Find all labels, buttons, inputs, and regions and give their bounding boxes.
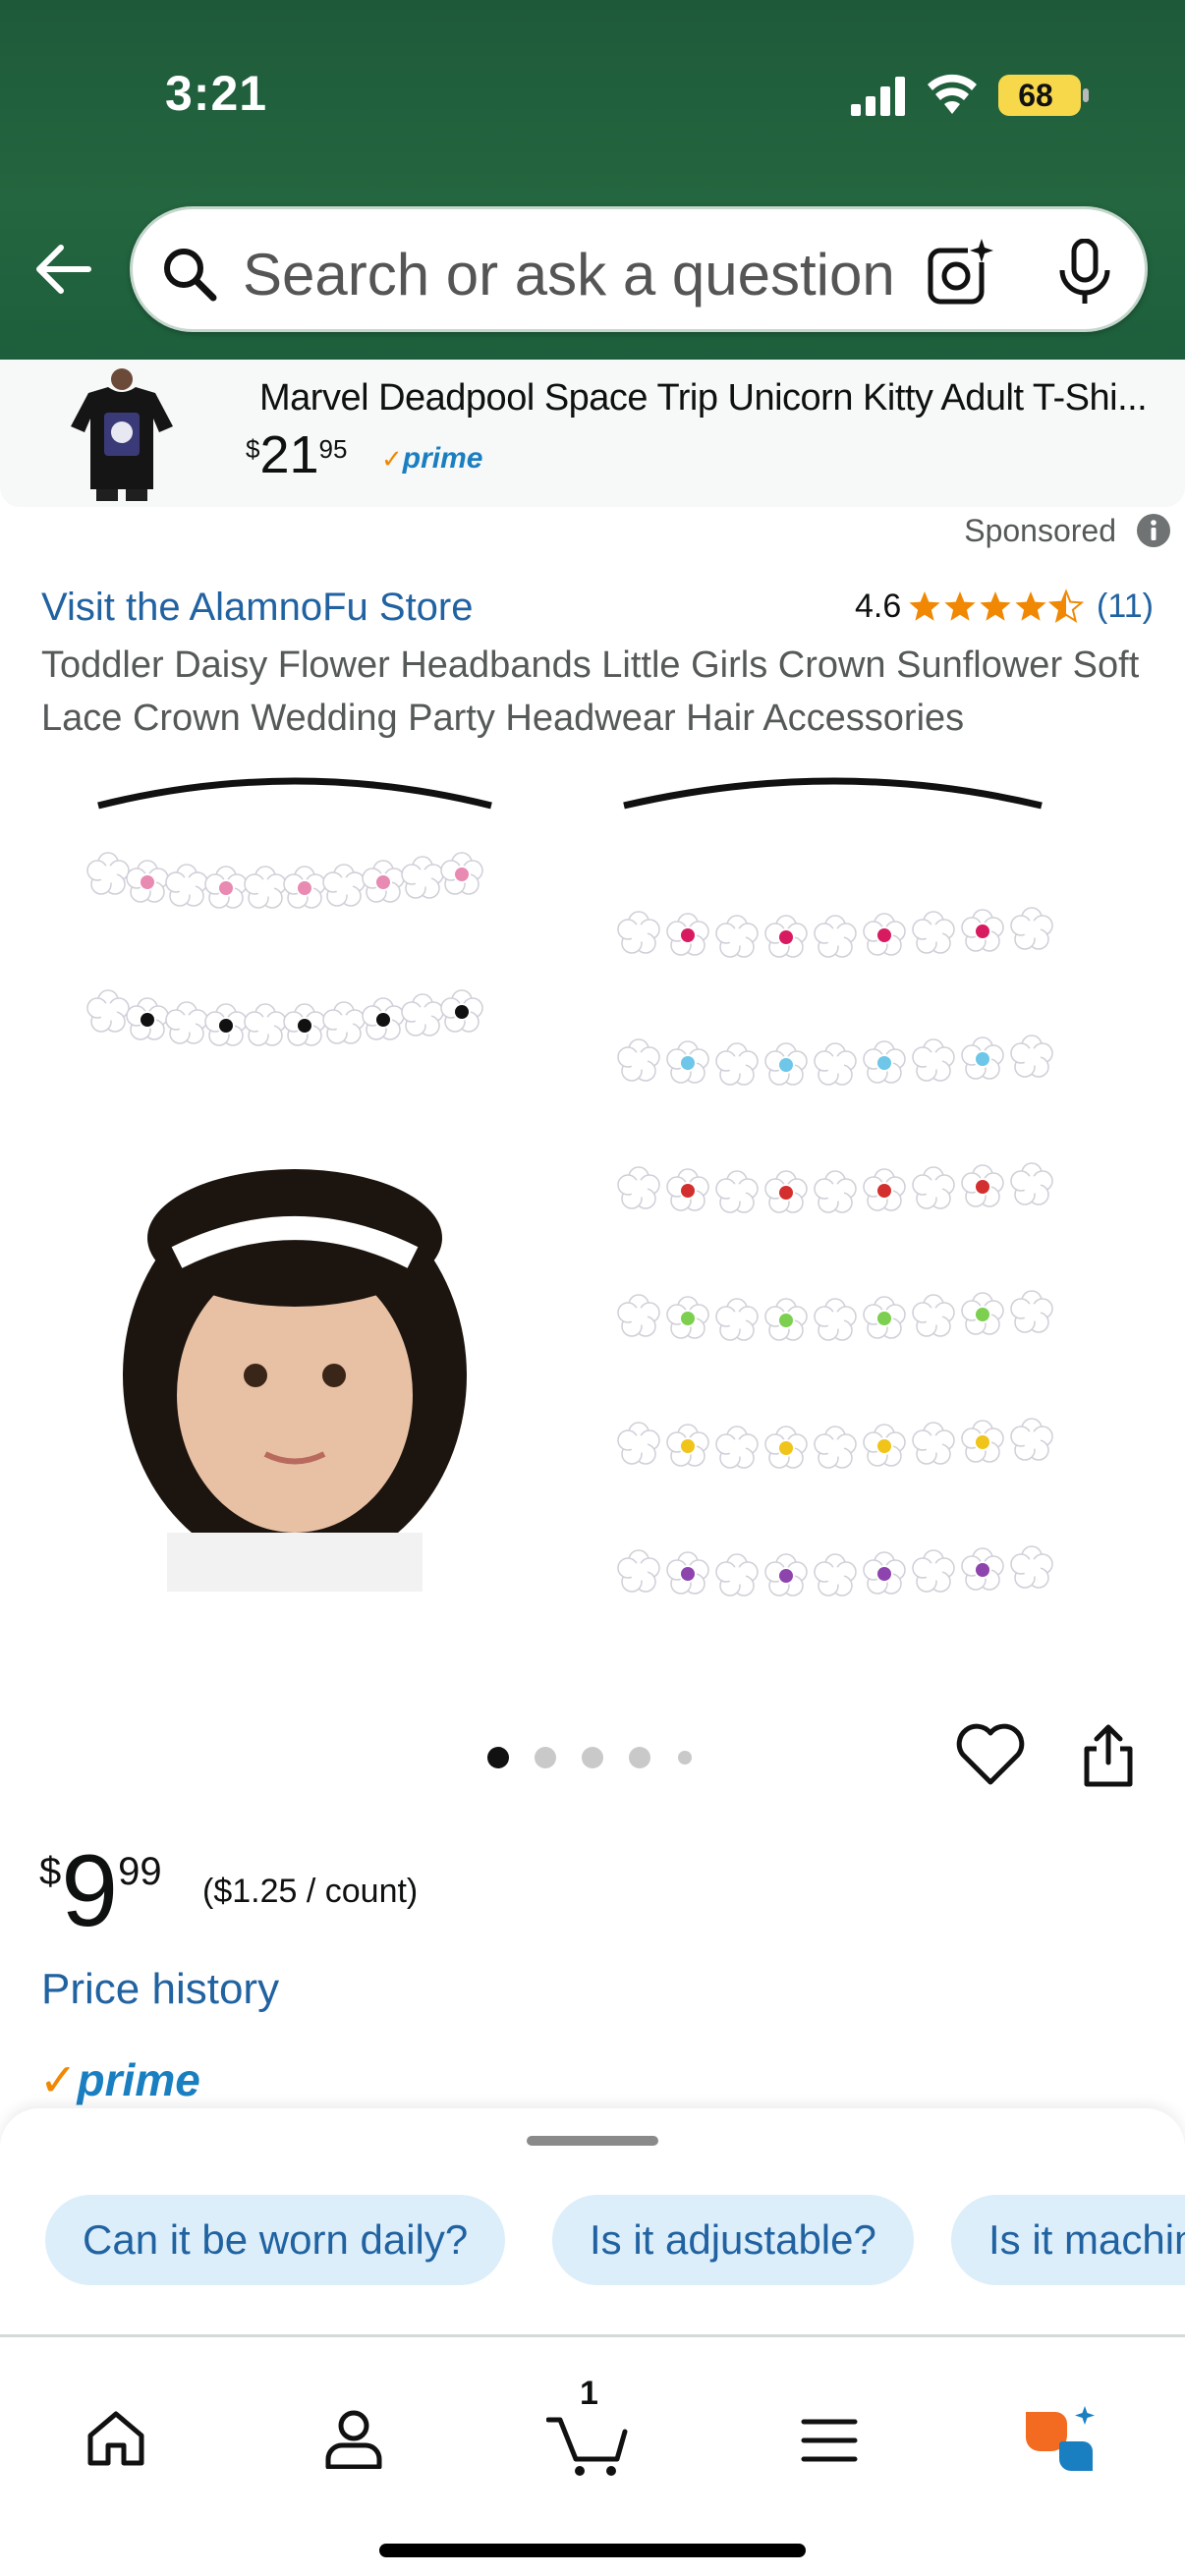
- price-fraction: 99: [118, 1850, 162, 1893]
- sponsored-label: Sponsored: [964, 513, 1116, 548]
- info-icon[interactable]: [1136, 513, 1171, 548]
- cellular-signal-icon: [851, 77, 905, 116]
- carousel-dot-active[interactable]: [487, 1747, 509, 1768]
- heart-icon[interactable]: [955, 1721, 1026, 1788]
- product-page: 3:21 68 Search or ask a question Marvel …: [0, 0, 1185, 2576]
- sponsored-price: $2195: [246, 424, 347, 485]
- wifi-icon: [928, 74, 977, 114]
- rufus-icon[interactable]: [1022, 2406, 1100, 2475]
- store-link[interactable]: Visit the AlamnoFu Store: [41, 586, 474, 630]
- header: 3:21 68 Search or ask a question: [0, 0, 1185, 360]
- search-placeholder: Search or ask a question: [243, 242, 895, 308]
- carousel-dot[interactable]: [629, 1747, 650, 1768]
- camera-lens-icon[interactable]: [925, 237, 995, 308]
- price-whole: 9: [61, 1834, 119, 1948]
- menu-icon[interactable]: [800, 2416, 859, 2465]
- battery-tip: [1083, 88, 1089, 102]
- price-history-link[interactable]: Price history: [41, 1965, 279, 2014]
- home-indicator: [379, 2544, 806, 2557]
- account-icon[interactable]: [324, 2408, 383, 2469]
- price-symbol: $: [246, 434, 260, 464]
- bottom-nav: 1: [0, 2334, 1185, 2576]
- status-time: 3:21: [165, 66, 268, 121]
- price-fraction: 95: [318, 434, 348, 464]
- unit-price: ($1.25 / count): [202, 1873, 419, 1910]
- carousel-dot[interactable]: [535, 1747, 556, 1768]
- suggestion-chip[interactable]: Can it be worn daily?: [45, 2195, 506, 2285]
- battery-level: 68: [1018, 78, 1053, 113]
- carousel-dot[interactable]: [678, 1751, 692, 1764]
- search-input[interactable]: Search or ask a question: [130, 206, 1148, 332]
- share-icon[interactable]: [1081, 1721, 1136, 1788]
- sponsored-banner[interactable]: Marvel Deadpool Space Trip Unicorn Kitty…: [0, 360, 1185, 507]
- suggestion-chip[interactable]: Is it adjustable?: [552, 2195, 914, 2285]
- tshirt-image: [71, 368, 173, 501]
- search-icon: [164, 249, 217, 302]
- image-carousel-dots[interactable]: [481, 1743, 717, 1772]
- star-rating-icon[interactable]: [908, 586, 1087, 627]
- suggestions-sheet: Can it be worn daily? Is it adjustable? …: [0, 2108, 1185, 2334]
- product-title: Toddler Daisy Flower Headbands Little Gi…: [41, 644, 1140, 739]
- price-symbol: $: [39, 1850, 62, 1893]
- carousel-dot[interactable]: [582, 1747, 603, 1768]
- home-icon[interactable]: [85, 2408, 147, 2467]
- back-arrow-icon[interactable]: [33, 240, 92, 299]
- prime-label: prime: [402, 442, 483, 475]
- sponsored-product-title[interactable]: Marvel Deadpool Space Trip Unicorn Kitty…: [259, 377, 1148, 420]
- suggestion-chip[interactable]: Is it machine washable?: [951, 2195, 1185, 2285]
- cart-count: 1: [580, 2375, 598, 2412]
- prime-badge: ✓prime: [39, 2054, 200, 2105]
- prime-label: prime: [77, 2054, 200, 2105]
- battery-indicator: 68: [998, 75, 1081, 116]
- microphone-icon[interactable]: [1052, 239, 1117, 306]
- rating-value: 4.6: [855, 588, 902, 625]
- sheet-grabber[interactable]: [527, 2136, 658, 2146]
- sponsored-prime-badge: ✓prime: [381, 442, 483, 475]
- product-price: $999: [39, 1833, 162, 1950]
- product-image[interactable]: [59, 766, 1120, 1651]
- rating-count[interactable]: (11): [1097, 588, 1154, 626]
- cart-icon[interactable]: [546, 2412, 629, 2477]
- price-whole: 21: [259, 425, 319, 484]
